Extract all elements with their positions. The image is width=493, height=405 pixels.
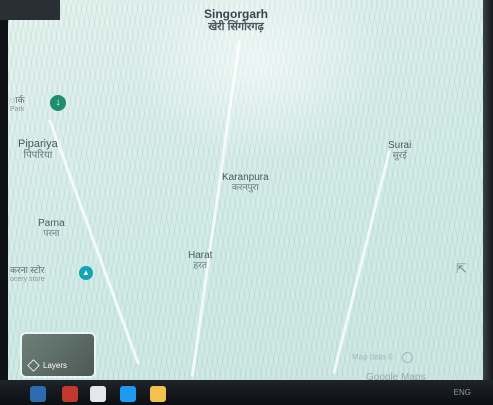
place-label-pipariya[interactable]: Pipariya पिपरिया <box>18 138 58 161</box>
park-pin-icon[interactable]: ↓ <box>50 95 66 111</box>
info-icon[interactable] <box>401 352 413 363</box>
place-label-harat[interactable]: Harat हरत <box>188 250 212 271</box>
poi-subtitle: ocery store <box>10 275 45 283</box>
place-name-hi: परना <box>43 228 60 238</box>
place-name-en: Pipariya <box>18 138 58 150</box>
place-name-hi: हरत <box>193 260 208 270</box>
place-label-singorgarh[interactable]: Singorgarh खेरी सिंगोरगढ़ <box>204 7 269 34</box>
grocery-store-pin-icon[interactable]: ▲ <box>79 266 93 280</box>
taskbar-app-icon[interactable] <box>150 386 166 402</box>
taskbar-app-icon[interactable] <box>120 386 136 402</box>
attribution-text: Map data © <box>352 352 394 362</box>
mouse-cursor-icon: ⇱ <box>456 261 467 276</box>
place-label-parna[interactable]: Parna परना <box>38 218 65 239</box>
poi-subtitle: Park <box>10 105 25 113</box>
place-name-hi: करनपुरा <box>231 182 259 192</box>
place-name-hi: खेरी सिंगोरगढ़ <box>208 21 264 34</box>
place-label-surai[interactable]: Surai सुरई <box>388 140 411 161</box>
place-label-karanpura[interactable]: Karanpura करनपुरा <box>222 172 269 193</box>
photographed-screen: Singorgarh खेरी सिंगोरगढ़ Pipariya पिपरि… <box>0 0 493 405</box>
layers-button[interactable]: Layers <box>22 334 94 376</box>
monitor-bezel-corner <box>0 0 60 20</box>
layers-button-label-row: Layers <box>27 359 68 372</box>
layers-label: Layers <box>43 361 68 370</box>
poi-label-park[interactable]: ार्क Park <box>10 95 25 114</box>
taskbar-app-icon[interactable] <box>62 386 78 402</box>
place-name-hi: सुरई <box>392 150 407 160</box>
poi-name: करना स्टोर <box>10 265 45 275</box>
start-icon[interactable] <box>30 386 46 402</box>
taskbar: ENG <box>0 380 493 405</box>
taskbar-status-text: ENG <box>453 388 471 397</box>
poi-name: ार्क <box>10 95 25 105</box>
layers-icon <box>27 359 40 372</box>
place-name-en: Singorgarh <box>204 7 269 21</box>
poi-label-grocery-store[interactable]: करना स्टोर ocery store <box>10 265 45 284</box>
map-attribution: Map data © <box>352 352 413 363</box>
taskbar-app-icon[interactable] <box>90 386 106 402</box>
map-canvas[interactable]: Singorgarh खेरी सिंगोरगढ़ Pipariya पिपरि… <box>8 0 485 380</box>
monitor-bezel-edge <box>483 0 493 405</box>
place-name-hi: पिपरिया <box>23 150 53 162</box>
